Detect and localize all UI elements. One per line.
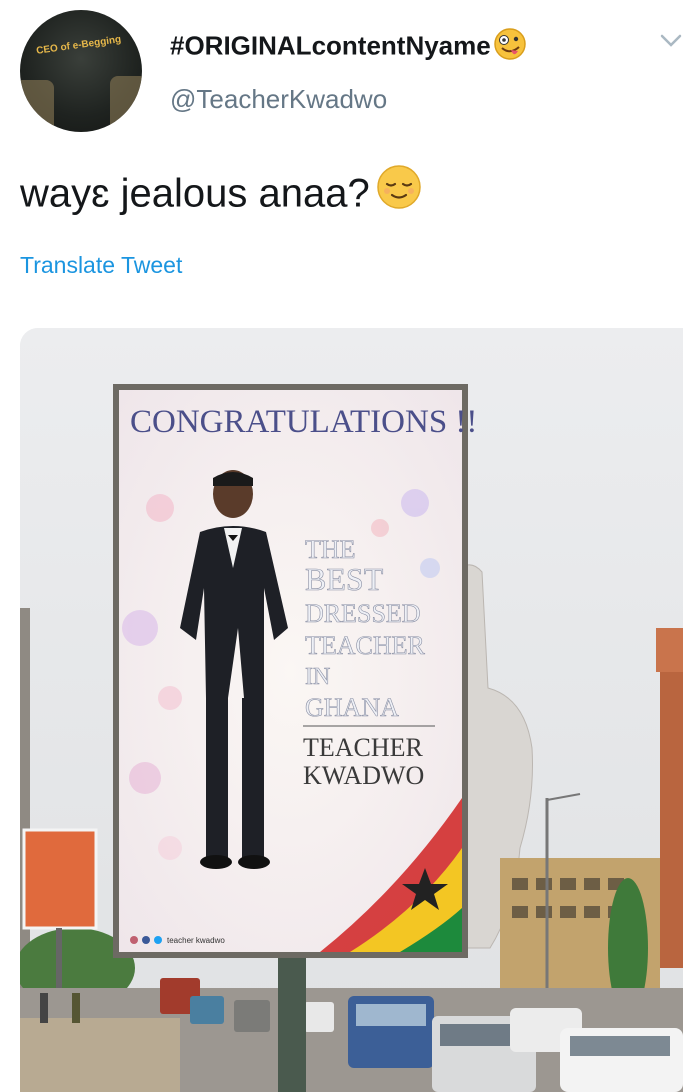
avatar-decoration xyxy=(20,80,54,132)
tweet-media-photo[interactable]: CONGRATULATIONS !! THE BEST DRESSED TEAC… xyxy=(20,328,683,1092)
billboard-line-ghana: GHANA xyxy=(305,693,399,722)
tweet-text: wayɛ jealous anaa? xyxy=(20,165,422,224)
tweet-body: wayɛ jealous anaa? xyxy=(20,171,370,216)
billboard-photo: CONGRATULATIONS !! THE BEST DRESSED TEAC… xyxy=(20,328,683,1092)
translate-tweet-link[interactable]: Translate Tweet xyxy=(20,252,182,279)
billboard-line-teacher: TEACHER xyxy=(305,631,426,660)
billboard-line-in: IN xyxy=(305,664,330,690)
zany-face-emoji-icon xyxy=(493,27,527,68)
twitter-icon xyxy=(154,936,162,944)
facebook-icon xyxy=(142,936,150,944)
avatar-decoration xyxy=(110,76,142,132)
billboard-name-line1: TEACHER xyxy=(303,733,424,762)
billboard-social-handle: teacher kwadwo xyxy=(167,936,225,945)
instagram-icon xyxy=(130,936,138,944)
display-name-text: #ORIGINALcontentNyame xyxy=(170,30,491,61)
billboard-name-line2: KWADWO xyxy=(303,761,424,790)
avatar-shirt-text: CEO of e-Begging xyxy=(35,34,122,57)
author-display-name[interactable]: #ORIGINALcontentNyame xyxy=(170,27,527,68)
chevron-down-icon[interactable] xyxy=(660,34,682,53)
billboard-line-the: THE xyxy=(305,535,356,564)
author-avatar[interactable]: CEO of e-Begging xyxy=(20,10,142,132)
author-handle[interactable]: @TeacherKwadwo xyxy=(170,84,387,115)
billboard-line-dressed: DRESSED xyxy=(305,599,421,628)
relieved-face-emoji-icon xyxy=(376,164,422,220)
billboard-line-best: BEST xyxy=(305,561,384,597)
billboard-heading: CONGRATULATIONS !! xyxy=(130,404,477,440)
